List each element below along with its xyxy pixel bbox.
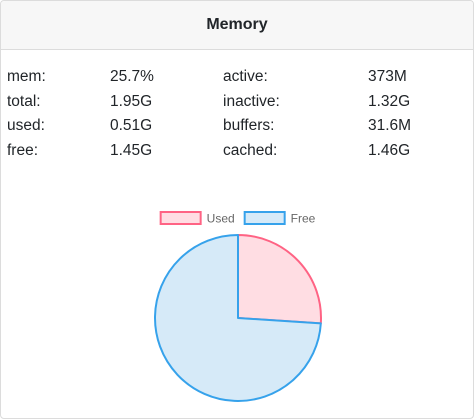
stat-value: 25.7% (110, 68, 154, 85)
card-header: Memory (1, 1, 473, 50)
stat-value: 1.45G (110, 141, 153, 159)
stats-table: mem: 25.7% active: 373M total: 1.95G ina… (1, 65, 468, 163)
stat-value: 0.51G (110, 117, 153, 134)
stat-label: used: (7, 117, 45, 134)
stat-label: inactive: (223, 92, 280, 110)
pie-slice-used[interactable] (237, 234, 322, 325)
table-row: used: 0.51G buffers: 31.6M (1, 114, 468, 139)
pie-slices (154, 234, 322, 402)
card-title: Memory (206, 16, 268, 33)
memory-stats: mem: 25.7% active: 373M total: 1.95G ina… (1, 65, 474, 163)
legend-swatch-used[interactable] (159, 211, 202, 225)
stat-label: buffers: (223, 117, 275, 134)
stat-label: mem: (7, 68, 46, 85)
legend-label-free[interactable]: Free (291, 212, 316, 226)
chart-legend: Used Free (159, 211, 316, 226)
legend-label-used[interactable]: Used (207, 212, 235, 226)
memory-pie-chart: Used Free (1, 201, 473, 416)
stat-label: total: (7, 92, 41, 110)
table-row: total: 1.95G inactive: 1.32G (1, 90, 468, 115)
stat-value: 1.46G (368, 141, 411, 159)
stat-value: 1.32G (368, 92, 411, 110)
stat-value: 373M (368, 68, 407, 85)
pie-chart-svg: Used Free (154, 211, 322, 402)
stat-label: free: (7, 141, 39, 159)
legend-swatch-free[interactable] (243, 211, 286, 225)
table-row: free: 1.45G cached: 1.46G (1, 139, 468, 164)
stat-value: 31.6M (368, 117, 412, 134)
stat-value: 1.95G (110, 92, 153, 110)
stat-label: active: (223, 68, 268, 85)
memory-card: Memory mem: 25.7% active: 373M total: 1.… (0, 0, 474, 419)
stat-label: cached: (223, 141, 278, 159)
table-row: mem: 25.7% active: 373M (1, 65, 468, 90)
